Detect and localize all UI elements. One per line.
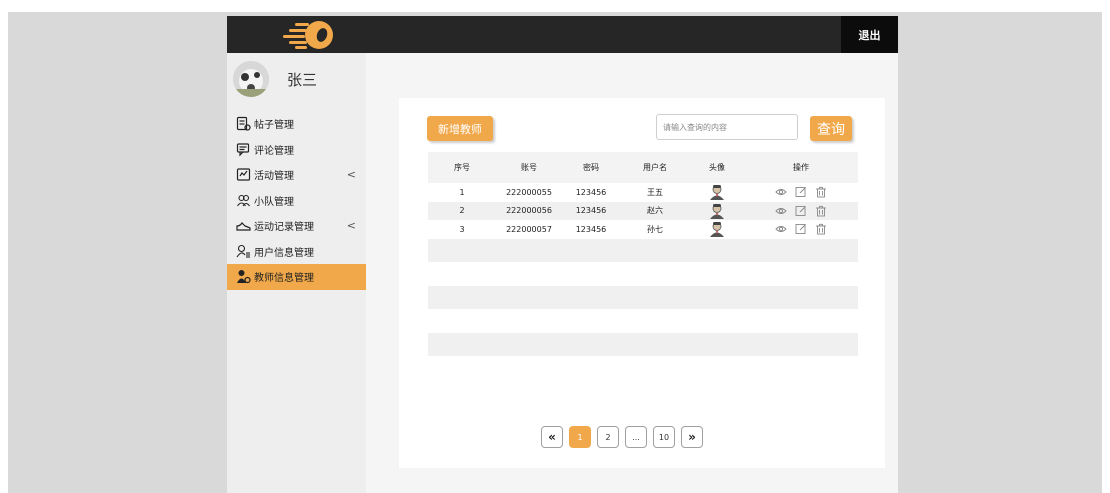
teacher-table: 序号 账号 密码 用户名 头像 操作 1 222000055 123456 王五 bbox=[428, 152, 858, 356]
row-avatar-icon bbox=[690, 184, 744, 201]
sidebar-item-teacher-info[interactable]: 教师信息管理 bbox=[227, 264, 366, 290]
sidebar-item-exercise-records[interactable]: 运动记录管理 < bbox=[227, 213, 366, 239]
edit-icon[interactable] bbox=[795, 186, 807, 198]
prev-page-button[interactable]: « bbox=[541, 426, 563, 448]
table-row: 3 222000057 123456 孙七 bbox=[428, 220, 858, 239]
empty-row bbox=[428, 309, 858, 333]
chevron-left-icon[interactable]: < bbox=[347, 219, 356, 232]
column-header: 账号 bbox=[521, 163, 537, 172]
empty-row bbox=[428, 262, 858, 286]
sidebar-item-user-info[interactable]: 用户信息管理 bbox=[227, 239, 366, 265]
column-header: 密码 bbox=[583, 163, 599, 172]
view-icon[interactable] bbox=[775, 205, 787, 217]
sidebar: 张三 帖子管理 评论管理 活动管理 < 小队管理 运动记录管理 < 用户信息管理… bbox=[227, 53, 366, 493]
sidebar-item-label: 评论管理 bbox=[254, 145, 294, 157]
row-actions bbox=[744, 223, 858, 235]
row-avatar-icon bbox=[690, 221, 744, 238]
sidebar-item-comments[interactable]: 评论管理 bbox=[227, 137, 366, 163]
teacher-icon bbox=[235, 269, 251, 285]
main-panel: 新增教师 查询 序号 账号 密码 用户名 头像 操作 1 222000055 1… bbox=[399, 98, 885, 468]
add-teacher-button[interactable]: 新增教师 bbox=[427, 116, 493, 141]
cell-password: 123456 bbox=[575, 206, 607, 216]
cell-password: 123456 bbox=[575, 187, 607, 197]
page-button-2[interactable]: 2 bbox=[597, 426, 619, 448]
cell-index: 2 bbox=[459, 206, 465, 216]
delete-icon[interactable] bbox=[815, 205, 827, 217]
delete-icon[interactable] bbox=[815, 186, 827, 198]
cell-username: 赵六 bbox=[647, 206, 663, 216]
logo-icon bbox=[283, 21, 333, 49]
sidebar-item-label: 帖子管理 bbox=[254, 120, 294, 132]
empty-row bbox=[428, 285, 858, 309]
comment-icon bbox=[235, 141, 251, 157]
row-actions bbox=[744, 186, 858, 198]
delete-icon[interactable] bbox=[815, 223, 827, 235]
sidebar-item-label: 用户信息管理 bbox=[254, 247, 314, 259]
next-page-button[interactable]: » bbox=[681, 426, 703, 448]
sidebar-item-label: 小队管理 bbox=[254, 196, 294, 208]
cell-account: 222000057 bbox=[506, 224, 552, 234]
cell-index: 3 bbox=[459, 224, 465, 234]
sidebar-item-teams[interactable]: 小队管理 bbox=[227, 188, 366, 214]
row-avatar-icon bbox=[690, 203, 744, 219]
sidebar-item-activities[interactable]: 活动管理 < bbox=[227, 162, 366, 188]
edit-icon[interactable] bbox=[795, 223, 807, 235]
sidebar-item-posts[interactable]: 帖子管理 bbox=[227, 111, 366, 137]
sidebar-item-label: 活动管理 bbox=[254, 171, 294, 183]
table-header: 序号 账号 密码 用户名 头像 操作 bbox=[428, 152, 858, 183]
empty-row bbox=[428, 332, 858, 356]
pagination: « 1 2 ... 10 » bbox=[541, 426, 703, 448]
user-profile: 张三 bbox=[233, 61, 317, 97]
table-row: 1 222000055 123456 王五 bbox=[428, 183, 858, 202]
query-button[interactable]: 查询 bbox=[810, 116, 852, 141]
cell-password: 123456 bbox=[575, 224, 607, 234]
cell-username: 孙七 bbox=[647, 224, 663, 234]
sidebar-item-label: 教师信息管理 bbox=[254, 273, 314, 285]
chevron-left-icon[interactable]: < bbox=[347, 168, 356, 181]
edit-icon[interactable] bbox=[795, 205, 807, 217]
avatar[interactable] bbox=[233, 61, 269, 97]
app-window: 退出 张三 帖子管理 评论管理 活动管理 < 小队管理 运动记录管理 < 用户信… bbox=[227, 16, 898, 493]
page-background: 退出 张三 帖子管理 评论管理 活动管理 < 小队管理 运动记录管理 < 用户信… bbox=[8, 12, 1102, 493]
page-ellipsis[interactable]: ... bbox=[625, 426, 647, 448]
logout-button[interactable]: 退出 bbox=[841, 16, 898, 53]
column-header: 操作 bbox=[793, 163, 809, 172]
shoe-icon bbox=[235, 218, 251, 234]
cell-account: 222000056 bbox=[506, 206, 552, 216]
username: 张三 bbox=[287, 70, 318, 89]
table-row: 2 222000056 123456 赵六 bbox=[428, 201, 858, 220]
empty-row bbox=[428, 238, 858, 262]
sidebar-menu: 帖子管理 评论管理 活动管理 < 小队管理 运动记录管理 < 用户信息管理 教师… bbox=[227, 111, 366, 290]
column-header: 头像 bbox=[709, 163, 725, 172]
cell-index: 1 bbox=[459, 187, 465, 197]
team-icon bbox=[235, 192, 251, 208]
view-icon[interactable] bbox=[775, 223, 787, 235]
column-header: 用户名 bbox=[643, 163, 667, 172]
activity-icon bbox=[235, 167, 251, 183]
cell-username: 王五 bbox=[647, 187, 663, 197]
column-header: 序号 bbox=[454, 163, 470, 172]
sidebar-item-label: 运动记录管理 bbox=[254, 222, 314, 234]
view-icon[interactable] bbox=[775, 186, 787, 198]
search-input[interactable] bbox=[656, 114, 798, 140]
top-bar: 退出 bbox=[227, 16, 898, 53]
page-button-1[interactable]: 1 bbox=[569, 426, 591, 448]
cell-account: 222000055 bbox=[506, 187, 552, 197]
row-actions bbox=[744, 205, 858, 217]
post-icon bbox=[235, 116, 251, 132]
page-button-10[interactable]: 10 bbox=[653, 426, 675, 448]
user-list-icon bbox=[235, 243, 251, 259]
